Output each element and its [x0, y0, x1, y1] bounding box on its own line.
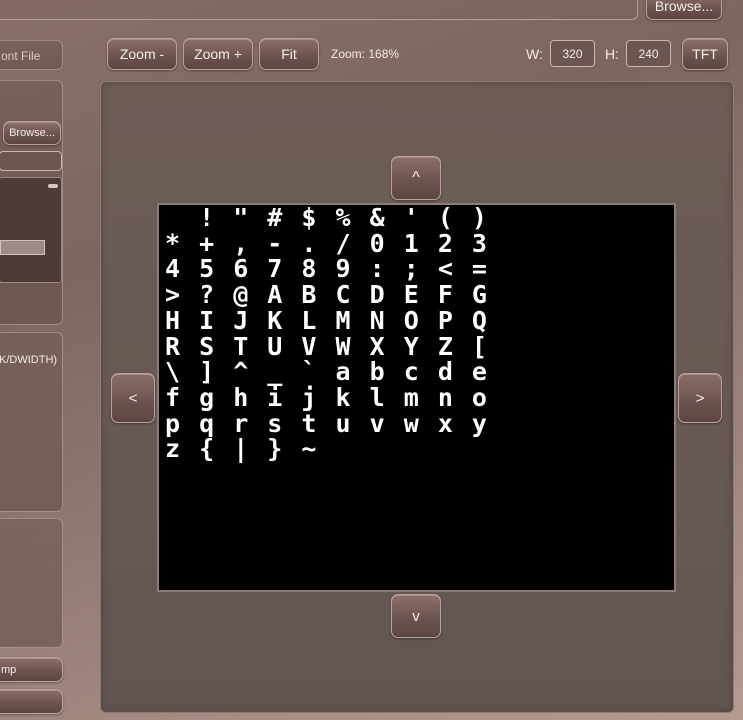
scroll-up-button[interactable]: ^ [391, 156, 441, 200]
tft-button[interactable]: TFT [682, 38, 728, 70]
glyph-row: \ ] ^ _ ` a b c d e [165, 357, 489, 387]
options-panel [0, 518, 63, 648]
scroll-right-button[interactable]: > [678, 373, 722, 423]
sidebar-browse-button[interactable]: Browse... [3, 121, 61, 145]
font-file-tab-label: ont File [1, 49, 41, 63]
font-info-panel: K/DWIDTH) [0, 332, 63, 512]
sidebar-bottom-button[interactable]: mp [0, 657, 63, 682]
glyph-row: H I J K L M N O P Q [165, 305, 489, 335]
glyph-list-progress-bar [0, 240, 45, 255]
scroll-left-button[interactable]: < [111, 373, 155, 423]
font-file-tab[interactable]: ont File [0, 40, 63, 70]
sidebar-bottom-button-label: mp [1, 663, 17, 676]
sidebar-path-input[interactable] [0, 151, 62, 171]
glyph-row: ! " # $ % & ' ( ) [165, 203, 489, 232]
file-path-field[interactable] [0, 0, 638, 20]
glyph-grid: ! " # $ % & ' ( ) * + , - . / 0 1 2 34 5 … [165, 205, 489, 462]
glyph-row: R S T U V W X Y Z [ [165, 331, 489, 361]
glyph-row: p q r s t u v w x y [165, 408, 489, 438]
height-label: H: [605, 46, 619, 62]
zoom-out-button[interactable]: Zoom - [107, 38, 177, 70]
glyph-list-scrollbar[interactable] [48, 184, 58, 188]
width-input[interactable]: 320 [550, 40, 595, 67]
scroll-down-button[interactable]: v [391, 594, 441, 638]
height-input[interactable]: 240 [626, 40, 671, 67]
top-browse-button[interactable]: Browse... [646, 0, 722, 20]
glyph-row: > ? @ A B C D E F G [165, 280, 489, 310]
zoom-in-button[interactable]: Zoom + [183, 38, 253, 70]
width-label: W: [526, 46, 543, 62]
tft-preview-screen[interactable]: ! " # $ % & ' ( ) * + , - . / 0 1 2 34 5 … [157, 203, 676, 592]
sidebar-bottom-button-2[interactable] [0, 689, 63, 714]
glyph-row: 4 5 6 7 8 9 : ; < = [165, 254, 489, 284]
font-info-text: K/DWIDTH) [0, 354, 58, 366]
font-file-panel: Browse... [0, 80, 63, 325]
glyph-row: * + , - . / 0 1 2 3 [165, 228, 489, 258]
zoom-level-text: Zoom: 168% [331, 47, 400, 61]
fit-button[interactable]: Fit [259, 38, 319, 70]
glyph-row: z { | } ~ [165, 434, 319, 464]
glyph-row: f g h i j k l m n o [165, 382, 489, 412]
glyph-list-box[interactable] [0, 177, 62, 283]
